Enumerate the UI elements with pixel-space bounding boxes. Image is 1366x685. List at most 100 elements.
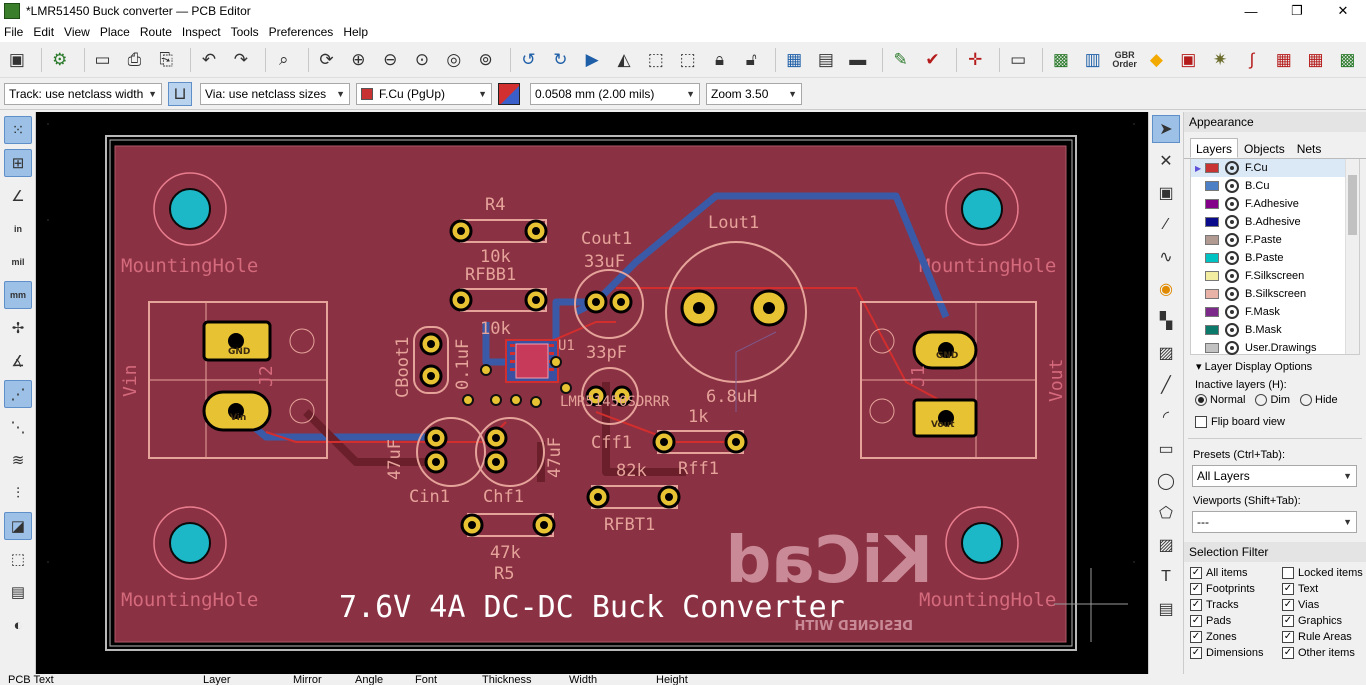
menu-edit[interactable]: Edit bbox=[33, 25, 54, 39]
inactive-normal-option[interactable]: Normal bbox=[1195, 394, 1245, 407]
filter-option[interactable]: ✓ Rule Areas bbox=[1282, 629, 1366, 644]
filter-option[interactable]: ✓ Text bbox=[1282, 581, 1366, 596]
filter-checkbox[interactable]: ✓ bbox=[1190, 646, 1202, 659]
route-diff-pair-icon[interactable]: ∿ bbox=[1152, 243, 1180, 271]
layer-color-swatch[interactable] bbox=[1205, 235, 1219, 245]
filter-checkbox[interactable]: ✓ bbox=[1190, 582, 1202, 595]
track-width-select[interactable]: Track: use netclass width ▼ bbox=[4, 82, 162, 105]
layer-row[interactable]: B.Silkscreen bbox=[1191, 285, 1359, 303]
filter-checkbox[interactable]: ✓ bbox=[1282, 630, 1294, 643]
filter-option[interactable]: ✓ Vias bbox=[1282, 597, 1366, 612]
layer-row[interactable]: B.Paste bbox=[1191, 249, 1359, 267]
layer-pair-icon[interactable] bbox=[498, 82, 520, 105]
minimize-button[interactable]: — bbox=[1228, 0, 1274, 22]
unlock-icon[interactable]: 🔓︎ bbox=[738, 47, 764, 73]
redo-icon[interactable]: ↷ bbox=[228, 47, 254, 73]
filter-option[interactable]: ✓ Pads bbox=[1190, 613, 1282, 628]
menu-help[interactable]: Help bbox=[343, 25, 368, 39]
footprint-editor-icon[interactable]: ▦ bbox=[781, 47, 807, 73]
plugin-layout-icon[interactable]: ▣ bbox=[1175, 47, 1201, 73]
rotate-ccw-icon[interactable]: ↺ bbox=[516, 47, 542, 73]
undo-icon[interactable]: ↶ bbox=[196, 47, 222, 73]
radio-dim[interactable] bbox=[1255, 394, 1268, 407]
eye-icon[interactable] bbox=[1225, 161, 1239, 175]
presets-select[interactable]: All Layers ▼ bbox=[1192, 465, 1357, 488]
curved-ratsnest-icon[interactable]: ⋱ bbox=[4, 413, 32, 441]
layer-color-swatch[interactable] bbox=[1205, 343, 1219, 353]
rotate-cw-icon[interactable]: ↻ bbox=[547, 47, 573, 73]
gbr-order-icon[interactable]: GBR Order bbox=[1112, 47, 1138, 73]
print-icon[interactable]: ⎙ bbox=[121, 47, 147, 73]
add-image-icon[interactable]: ▨ bbox=[1152, 531, 1180, 559]
units-mm-button[interactable]: mm bbox=[4, 281, 32, 309]
filter-option[interactable]: ✓ Graphics bbox=[1282, 613, 1366, 628]
layer-color-swatch[interactable] bbox=[1205, 271, 1219, 281]
polar-coords-icon[interactable]: ∠ bbox=[4, 182, 32, 210]
layer-row[interactable]: F.Paste bbox=[1191, 231, 1359, 249]
menu-preferences[interactable]: Preferences bbox=[269, 25, 334, 39]
maximize-button[interactable]: ❐ bbox=[1274, 0, 1320, 22]
layer-list-scrollbar[interactable] bbox=[1345, 159, 1359, 354]
eye-icon[interactable] bbox=[1225, 341, 1239, 355]
plot-icon[interactable]: ⎘ bbox=[153, 47, 179, 73]
menu-inspect[interactable]: Inspect bbox=[182, 25, 221, 39]
radio-normal[interactable] bbox=[1195, 394, 1207, 407]
update-pcb-icon[interactable]: ✎ bbox=[888, 47, 914, 73]
draw-circle-icon[interactable]: ◯ bbox=[1152, 467, 1180, 495]
layer-color-swatch[interactable] bbox=[1205, 253, 1219, 263]
filter-checkbox[interactable]: ✓ bbox=[1282, 614, 1294, 627]
scripting-console-icon[interactable]: ▭ bbox=[1005, 47, 1031, 73]
plugin-jlc-icon[interactable]: ◆ bbox=[1144, 47, 1170, 73]
radio-hide[interactable] bbox=[1300, 394, 1313, 407]
filter-checkbox[interactable]: ✓ bbox=[1190, 598, 1202, 611]
zoom-out-icon[interactable]: ⊖ bbox=[377, 47, 403, 73]
layer-row[interactable]: B.Adhesive bbox=[1191, 213, 1359, 231]
units-inch-button[interactable]: in bbox=[4, 215, 32, 243]
plugin-panel-icon[interactable]: ▦ bbox=[1271, 47, 1297, 73]
ungroup-icon[interactable]: ⬚ bbox=[675, 47, 701, 73]
layer-row[interactable]: User.Drawings bbox=[1191, 339, 1359, 357]
eye-icon[interactable] bbox=[1225, 287, 1239, 301]
eye-icon[interactable] bbox=[1225, 269, 1239, 283]
flip-board-checkbox[interactable] bbox=[1195, 416, 1207, 429]
menu-route[interactable]: Route bbox=[140, 25, 172, 39]
board-setup-icon[interactable]: ⚙ bbox=[47, 47, 73, 73]
tune-length-icon[interactable]: ▚ bbox=[1152, 307, 1180, 335]
zoom-selection-icon[interactable]: ⊚ bbox=[473, 47, 499, 73]
eye-icon[interactable] bbox=[1225, 197, 1239, 211]
plugin-bom-icon[interactable]: ▥ bbox=[1080, 47, 1106, 73]
layer-color-swatch[interactable] bbox=[1205, 325, 1219, 335]
menu-place[interactable]: Place bbox=[100, 25, 130, 39]
draw-polygon-icon[interactable]: ⬠ bbox=[1152, 499, 1180, 527]
filter-checkbox[interactable]: ✓ bbox=[1282, 646, 1294, 659]
zoom-select[interactable]: Zoom 3.50 ▼ bbox=[706, 82, 802, 105]
eye-icon[interactable] bbox=[1225, 179, 1239, 193]
zoom-objects-icon[interactable]: ◎ bbox=[441, 47, 467, 73]
board-title-text[interactable]: 7.6V 4A DC-DC Buck Converter bbox=[339, 590, 845, 625]
load-netlist-icon[interactable]: ▬ bbox=[845, 47, 871, 73]
save-icon[interactable]: ▣ bbox=[4, 47, 30, 73]
viewports-select[interactable]: --- ▼ bbox=[1192, 511, 1357, 534]
plugin-trace-icon[interactable]: ∫ bbox=[1239, 47, 1265, 73]
filter-option[interactable]: ✓ Tracks bbox=[1190, 597, 1282, 612]
via-size-select[interactable]: Via: use netclass sizes ▼ bbox=[200, 82, 350, 105]
zoom-fit-icon[interactable]: ⊙ bbox=[409, 47, 435, 73]
tab-layers[interactable]: Layers bbox=[1190, 138, 1239, 158]
scrollbar-thumb[interactable] bbox=[1348, 175, 1357, 235]
pcb-drawing[interactable]: MountingHole MountingHole MountingHole M… bbox=[36, 112, 1148, 674]
draw-line-icon[interactable]: ╱ bbox=[1152, 371, 1180, 399]
zone-fill-icon[interactable]: ◪ bbox=[4, 512, 32, 540]
add-text-icon[interactable]: T bbox=[1152, 563, 1180, 591]
filter-checkbox[interactable] bbox=[1282, 566, 1294, 579]
add-via-icon[interactable]: ◉ bbox=[1152, 275, 1180, 303]
plugin-rf-icon[interactable]: ▩ bbox=[1334, 47, 1360, 73]
layer-row[interactable]: F.Mask bbox=[1191, 303, 1359, 321]
snap-lock-icon[interactable]: ⊞ bbox=[4, 149, 32, 177]
filter-option[interactable]: ✓ Zones bbox=[1190, 629, 1282, 644]
eye-icon[interactable] bbox=[1225, 323, 1239, 337]
filter-option[interactable]: Locked items bbox=[1282, 565, 1366, 580]
tab-objects[interactable]: Objects bbox=[1238, 138, 1291, 158]
filter-checkbox[interactable]: ✓ bbox=[1190, 630, 1202, 643]
flip-icon[interactable]: ▶ bbox=[579, 47, 605, 73]
grid-toggle-icon[interactable]: ⁙ bbox=[4, 116, 32, 144]
